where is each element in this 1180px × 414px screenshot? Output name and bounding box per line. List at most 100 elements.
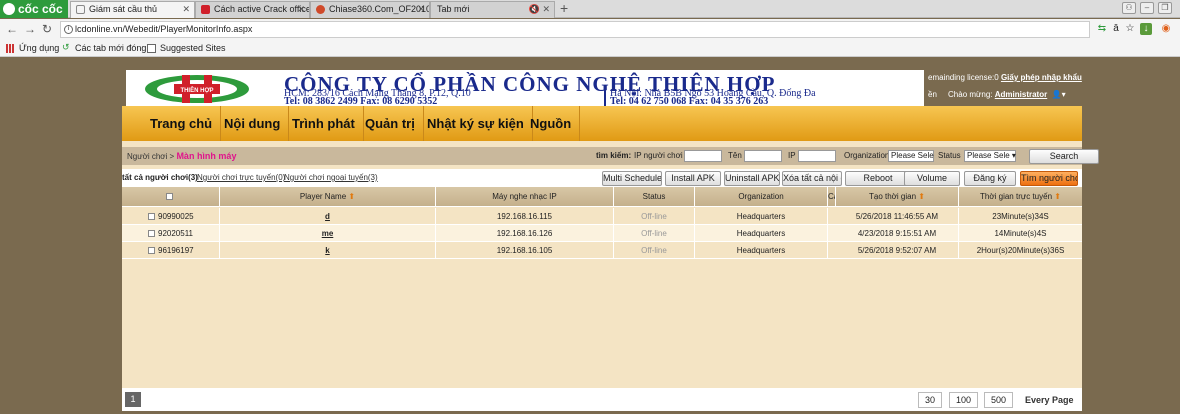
favicon-icon xyxy=(201,5,210,14)
hn-address: Hà Nội: Nhà B5B Ngõ 53 Hoàng Cầu, Q. Đốn… xyxy=(604,89,816,107)
col-status: Status xyxy=(614,187,695,207)
status-select[interactable]: Please Sele ▾ xyxy=(964,150,1016,162)
created-time-cell: 4/23/2018 9:15:51 AM xyxy=(836,225,959,242)
find-player-button[interactable]: Tìm người chơi xyxy=(1020,171,1078,186)
col-label: Tạo thời gian xyxy=(869,192,917,201)
pagination-bar: 1 30 100 500 Every Page xyxy=(122,388,1082,411)
extension-icon[interactable]: ◉ xyxy=(1160,23,1172,35)
minimize-icon[interactable]: – xyxy=(1140,2,1154,14)
tab-crack-office[interactable]: Cách active Crack office 2( ✕ xyxy=(195,1,310,18)
logo-text: THIÊN HỢP xyxy=(180,86,213,94)
ip-input[interactable] xyxy=(798,150,836,162)
name-label: Tên xyxy=(728,151,742,160)
info-icon[interactable]: i xyxy=(64,25,73,34)
delete-all-content-button[interactable]: Xóa tất cả nội d xyxy=(782,171,842,186)
organization-cell: Headquarters xyxy=(695,242,828,259)
star-icon[interactable]: ☆ xyxy=(1124,23,1136,35)
volume-button[interactable]: Volume xyxy=(904,171,960,186)
player-name-link[interactable]: k xyxy=(220,242,436,259)
close-icon[interactable]: ✕ xyxy=(542,2,550,17)
mute-icon[interactable]: 🔇 xyxy=(529,2,540,17)
menu-source[interactable]: Nguồn xyxy=(522,106,581,141)
menu-content[interactable]: Nội dung xyxy=(216,106,290,141)
reboot-button[interactable]: Reboot xyxy=(845,171,911,186)
bookmark-recent-tabs[interactable]: ↺ Các tab mới đóng xyxy=(62,40,146,56)
new-tab-icon[interactable]: + xyxy=(560,0,568,17)
created-time-cell: 5/26/2018 11:46:55 AM xyxy=(836,208,959,225)
menu-home[interactable]: Trang chủ xyxy=(142,106,222,141)
tab-label: Cách active Crack office 2( xyxy=(214,4,310,14)
table-row: 92020511 me 192.168.16.126 Off-line Headquar… xyxy=(122,225,1082,242)
close-icon[interactable]: ✕ xyxy=(297,2,305,17)
search-button[interactable]: Search xyxy=(1029,149,1099,164)
row-checkbox[interactable] xyxy=(148,247,155,255)
player-id: 96196197 xyxy=(158,246,194,255)
select-all-checkbox[interactable] xyxy=(165,193,173,201)
player-id: 90990025 xyxy=(158,212,194,221)
url-input[interactable]: i lcdonline.vn/Webedit/PlayerMonitorInfo… xyxy=(60,21,1090,38)
username-link[interactable]: Administrator xyxy=(995,90,1047,99)
download-icon[interactable]: ↓ xyxy=(1140,23,1152,35)
col-online-time[interactable]: Thời gian trực tuyến ⬆ xyxy=(959,187,1082,207)
reader-icon[interactable]: ā xyxy=(1110,23,1122,35)
forward-icon[interactable]: → xyxy=(24,22,36,36)
welcome-info: ền Chào mừng: Administrator 👤▾ xyxy=(928,90,1066,99)
row-select-cell: 90990025 xyxy=(122,208,220,225)
filter-offline-players[interactable]: Người chơi ngoại tuyến(3) xyxy=(284,169,378,187)
tab-label: Chiase360.Com_OF2010T\ xyxy=(329,4,430,14)
search-label: tìm kiếm: xyxy=(596,151,632,160)
select-all-cell xyxy=(122,187,220,207)
col-created-time[interactable]: Tạo thời gian ⬆ xyxy=(836,187,959,207)
bookmark-suggested-sites[interactable]: Suggested Sites xyxy=(147,40,226,56)
bookmark-apps[interactable]: Ứng dụng xyxy=(6,40,59,56)
organization-cell: Headquarters xyxy=(695,225,828,242)
player-ip-input[interactable] xyxy=(684,150,722,162)
status-cell: Off-line xyxy=(614,225,695,242)
user-icon[interactable]: 👤▾ xyxy=(1052,90,1066,99)
player-ip-cell: 192.168.16.105 xyxy=(436,242,614,259)
page-size-30-button[interactable]: 30 xyxy=(918,392,942,408)
row-checkbox[interactable] xyxy=(148,213,155,221)
translate-icon[interactable]: ⇆ xyxy=(1096,23,1108,35)
player-name-link[interactable]: d xyxy=(220,208,436,225)
col-label: Organization xyxy=(738,192,784,201)
organization-select[interactable]: Please Sele xyxy=(888,150,934,162)
row-checkbox[interactable] xyxy=(148,230,155,238)
close-icon[interactable]: ✕ xyxy=(182,2,190,17)
close-icon[interactable]: ✕ xyxy=(417,2,425,17)
filter-online-players[interactable]: Người chơi trực tuyến(0) xyxy=(197,169,285,187)
tab-new[interactable]: Tab mới 🔇 ✕ xyxy=(430,1,555,18)
reload-icon[interactable]: ↻ xyxy=(42,22,52,36)
hn-phone-line: Tel: 04 62 750 068 Fax: 04 35 376 263 xyxy=(610,96,769,107)
restore-icon[interactable]: ❐ xyxy=(1158,2,1172,14)
menu-player[interactable]: Trình phát xyxy=(284,106,364,141)
page-icon xyxy=(76,5,85,14)
page-size-500-button[interactable]: 500 xyxy=(984,392,1013,408)
player-ip-label: IP người chơi xyxy=(634,151,683,160)
import-license-link[interactable]: Giấy phép nhập khẩu xyxy=(1001,73,1082,82)
menu-event-log[interactable]: Nhật ký sự kiện xyxy=(419,106,533,141)
profile-icon[interactable]: ⚇ xyxy=(1122,2,1136,14)
tab-giam-sat[interactable]: Giám sát cầu thủ ✕ xyxy=(70,1,195,18)
uninstall-apk-button[interactable]: Uninstall APK xyxy=(724,171,780,186)
favicon-icon xyxy=(316,5,325,14)
multi-schedule-button[interactable]: Multi Schedule xyxy=(602,171,662,186)
player-name-link[interactable]: me xyxy=(220,225,436,242)
bookmark-label: Suggested Sites xyxy=(160,43,226,53)
register-button[interactable]: Đăng ký xyxy=(964,171,1016,186)
organization-label: Organization xyxy=(844,151,890,160)
col-category: Category xyxy=(828,187,836,207)
page-size-100-button[interactable]: 100 xyxy=(949,392,978,408)
col-player-name[interactable]: Player Name ⬆ xyxy=(220,187,436,207)
current-page-button[interactable]: 1 xyxy=(125,392,141,407)
filter-all-players[interactable]: tất cả người chơi(3) xyxy=(122,169,198,187)
name-input[interactable] xyxy=(744,150,782,162)
tab-chiase360[interactable]: Chiase360.Com_OF2010T\ ✕ xyxy=(310,1,430,18)
created-time-cell: 5/26/2018 9:52:07 AM xyxy=(836,242,959,259)
col-label: Player Name xyxy=(299,192,347,201)
breadcrumb-parent[interactable]: Người chơi > xyxy=(127,152,174,161)
menu-admin[interactable]: Quản trị xyxy=(357,106,424,141)
browser-brand[interactable]: cốc cốc xyxy=(0,0,68,18)
back-icon[interactable]: ← xyxy=(6,22,18,36)
install-apk-button[interactable]: Install APK xyxy=(665,171,721,186)
